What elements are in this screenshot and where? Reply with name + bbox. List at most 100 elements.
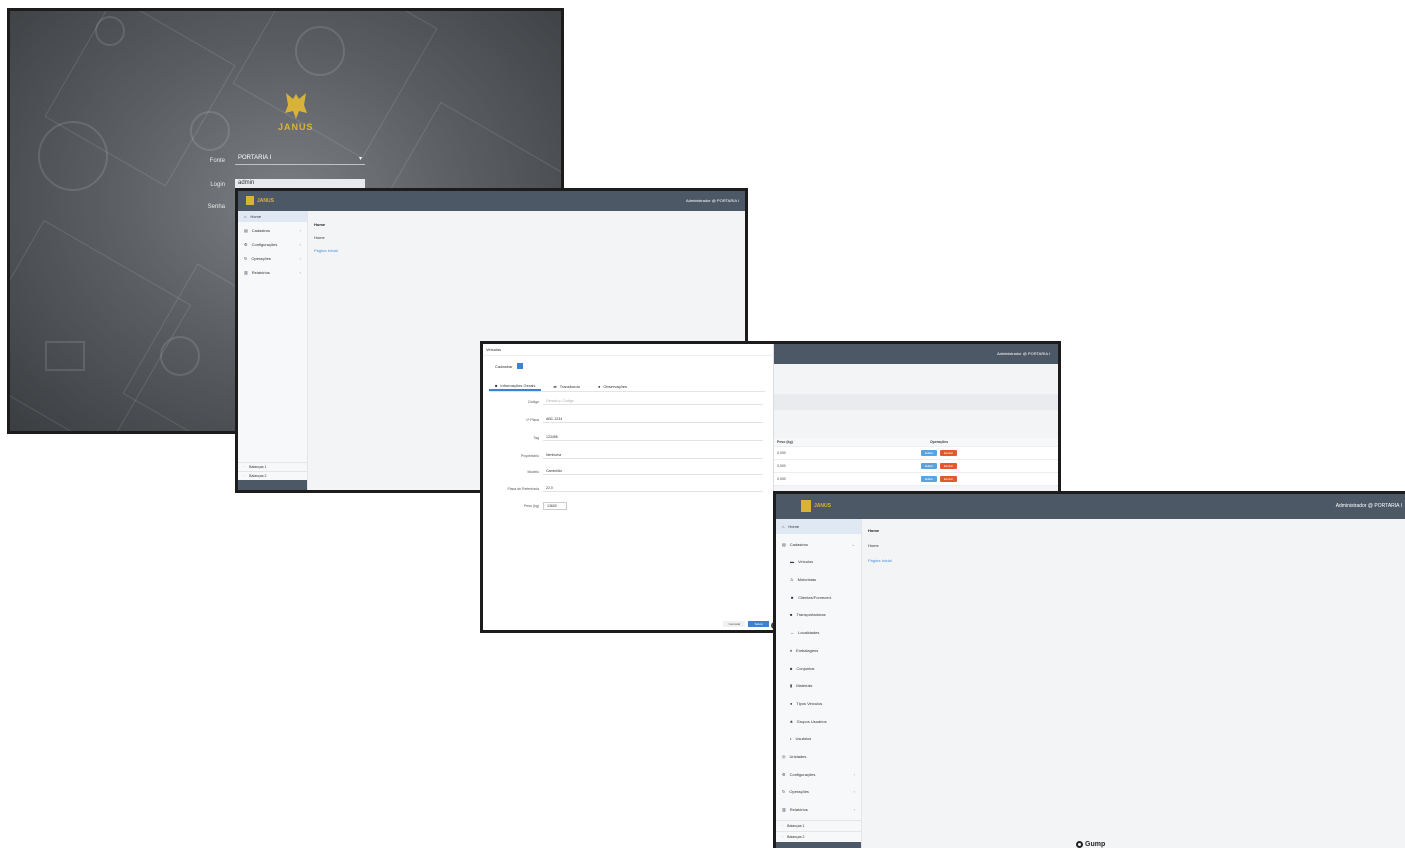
sidebar-item-cadastros[interactable]: ▤ Cadastros ⌄: [776, 537, 861, 552]
operations-cell: Editar Excluir: [839, 476, 1039, 482]
shipping-icon: ■: [790, 612, 793, 618]
expanded-menu-screen: JANUS Administrador @ PORTARIA I ⌂ Home …: [773, 491, 1405, 848]
person-icon: ɪ: [790, 736, 792, 742]
plate-field[interactable]: ABC-1234: [543, 416, 763, 423]
weight-cell: 0,000: [777, 451, 786, 455]
sidebar-item-label: Configurações: [251, 242, 278, 247]
sidebar-item-conjuntos[interactable]: ■ Conjuntos: [776, 661, 861, 676]
field-label: Código: [527, 399, 539, 404]
reference-field[interactable]: 22,0: [543, 485, 763, 492]
sidebar-item-relatorios[interactable]: ▥ Relatórios ‹: [238, 267, 307, 278]
sidebar-item-unidades[interactable]: ◎ Unidades: [776, 749, 861, 764]
sidebar-item-veiculos[interactable]: ▬ Veículos: [776, 554, 861, 569]
gump-logo-icon: [1076, 841, 1083, 848]
sidebar-item-home[interactable]: ⌂ Home: [238, 211, 307, 222]
sidebar-item-label: Cadastros: [251, 228, 271, 233]
sidebar-item-cadastros[interactable]: ▤ Cadastros ‹: [238, 225, 307, 236]
sidebar-item-label: Materiais: [796, 683, 813, 689]
scale-item-label: Balanças 1: [787, 823, 805, 828]
field-label: 1ª Placa: [526, 417, 539, 422]
sidebar-item-tipos-veiculos[interactable]: ● Tipos Veículos: [776, 696, 861, 711]
sidebar-item-configuracoes[interactable]: ⚙ Configurações ‹: [776, 767, 861, 782]
breadcrumb-current: Home: [868, 543, 879, 548]
janus-logo-icon: [801, 500, 811, 512]
save-button[interactable]: Salvar: [748, 621, 769, 627]
sidebar-item-operacoes[interactable]: ↻ Operações ‹: [238, 253, 307, 264]
sidebar-item-grupos-usuarios[interactable]: ♣ Grupos Usuários: [776, 714, 861, 729]
sidebar-item-relatorios[interactable]: ▥ Relatórios ‹: [776, 802, 861, 817]
chevron-left-icon: ‹: [299, 228, 301, 233]
cancel-button[interactable]: Cancelar: [723, 621, 746, 627]
chevron-left-icon: ‹: [853, 807, 855, 812]
code-field[interactable]: Gerado p. Código: [543, 398, 763, 405]
scale-item[interactable]: · Balanças 2: [238, 471, 307, 480]
tag-field[interactable]: 123456: [543, 434, 763, 441]
location-icon: ↔: [790, 630, 794, 636]
user-icon: ☻: [790, 594, 795, 600]
sidebar-item-materiais[interactable]: ▮ Materiais: [776, 678, 861, 693]
scale-item[interactable]: · Balanças 1: [238, 462, 307, 471]
edit-button[interactable]: Editar: [921, 476, 937, 482]
sidebar-item-clientes[interactable]: ☻ Clientes/Forneced.: [776, 590, 861, 605]
note-icon: ●: [598, 383, 601, 389]
sidebar-item-transportadoras[interactable]: ■ Transportadoras: [776, 607, 861, 622]
sidebar-item-usuarios[interactable]: ɪ Usuários: [776, 731, 861, 746]
sidebar-item-label: Grupos Usuários: [796, 718, 827, 724]
tab-label: Informações Gerais: [500, 382, 536, 388]
form-row-weight: Peso (kg) 13600: [483, 502, 567, 510]
user-menu[interactable]: Administrador @ PORTARIA I: [997, 351, 1050, 356]
sidebar-item-label: Operações: [251, 256, 271, 261]
scale-item[interactable]: · Balanças 1: [776, 819, 861, 831]
company-select[interactable]: PORTARIA I ▾: [235, 154, 365, 165]
tab-notes[interactable]: ● Observações: [592, 381, 633, 391]
edit-button[interactable]: Editar: [921, 463, 937, 469]
sidebar-item-label: Cadastros: [789, 541, 809, 547]
register-toggle[interactable]: Cadastrar: [495, 363, 523, 369]
brand[interactable]: JANUS: [246, 196, 274, 205]
janus-logo-icon: [285, 93, 307, 119]
user-menu[interactable]: Administrador @ PORTARIA I: [686, 198, 739, 203]
tab-general-info[interactable]: ■ Informações Gerais: [489, 381, 542, 391]
tab-transfer[interactable]: ⇄ Transbordo: [547, 381, 586, 391]
breadcrumb-current: Home: [314, 235, 325, 240]
model-field[interactable]: Caminhão: [543, 468, 763, 475]
driver-icon: ♙: [790, 577, 794, 583]
report-icon: ▥: [782, 807, 786, 812]
sidebar-item-label: Unidades: [789, 753, 807, 759]
field-label: Placa de Referência: [507, 486, 539, 491]
breadcrumb-link[interactable]: Página Inicial: [868, 553, 892, 568]
delete-button[interactable]: Excluir: [939, 463, 957, 469]
scale-item-label: Balanças 1: [249, 465, 267, 469]
sidebar-item-embalagens[interactable]: ♦ Embalagens: [776, 643, 861, 658]
edit-button[interactable]: Editar: [921, 450, 937, 456]
breadcrumb-link[interactable]: Página Inicial: [314, 244, 338, 257]
page-title: Home: [868, 528, 880, 533]
vehicle-table: Peso (kg) Operações 0,000 Editar Excluir…: [773, 438, 1058, 486]
scale-item[interactable]: · Balanças 2: [776, 830, 861, 842]
form-tabs: ■ Informações Gerais ⇄ Transbordo ● Obse…: [489, 381, 765, 392]
operations-cell: Editar Excluir: [839, 450, 1039, 456]
sidebar-item-localidades[interactable]: ↔ Localidades: [776, 625, 861, 640]
owner-field[interactable]: Nenhuma: [543, 452, 763, 459]
chevron-left-icon: ‹: [299, 270, 301, 275]
delete-button[interactable]: Excluir: [939, 450, 957, 456]
delete-button[interactable]: Excluir: [939, 476, 957, 482]
form-actions: Cancelar Salvar: [723, 621, 769, 627]
weight-field[interactable]: 13600: [543, 502, 567, 510]
table-header: Peso (kg) Operações: [773, 438, 1058, 447]
sidebar-item-motoristas[interactable]: ♙ Motoristas: [776, 572, 861, 587]
top-bar: Administrador @ PORTARIA I: [773, 344, 1058, 364]
tab-label: Observações: [603, 383, 627, 389]
sidebar-item-operacoes[interactable]: ↻ Operações ‹: [776, 784, 861, 799]
user-menu[interactable]: Administrador @ PORTARIA I: [1336, 503, 1402, 509]
truck-icon: ▬: [790, 559, 794, 565]
cycle-icon: ↻: [782, 789, 786, 795]
sidebar-item-home[interactable]: ⌂ Home: [776, 519, 861, 534]
sidebar-item-configuracoes[interactable]: ⚙ Configurações ‹: [238, 239, 307, 250]
brand[interactable]: JANUS: [801, 500, 831, 512]
brand-text: JANUS: [257, 197, 274, 204]
report-icon: ▥: [244, 270, 248, 275]
brand-text: JANUS: [814, 503, 831, 509]
checkbox[interactable]: [516, 363, 523, 369]
sidebar: ⌂ Home ▤ Cadastros ‹ ⚙ Configurações ‹ ↻…: [238, 211, 308, 490]
